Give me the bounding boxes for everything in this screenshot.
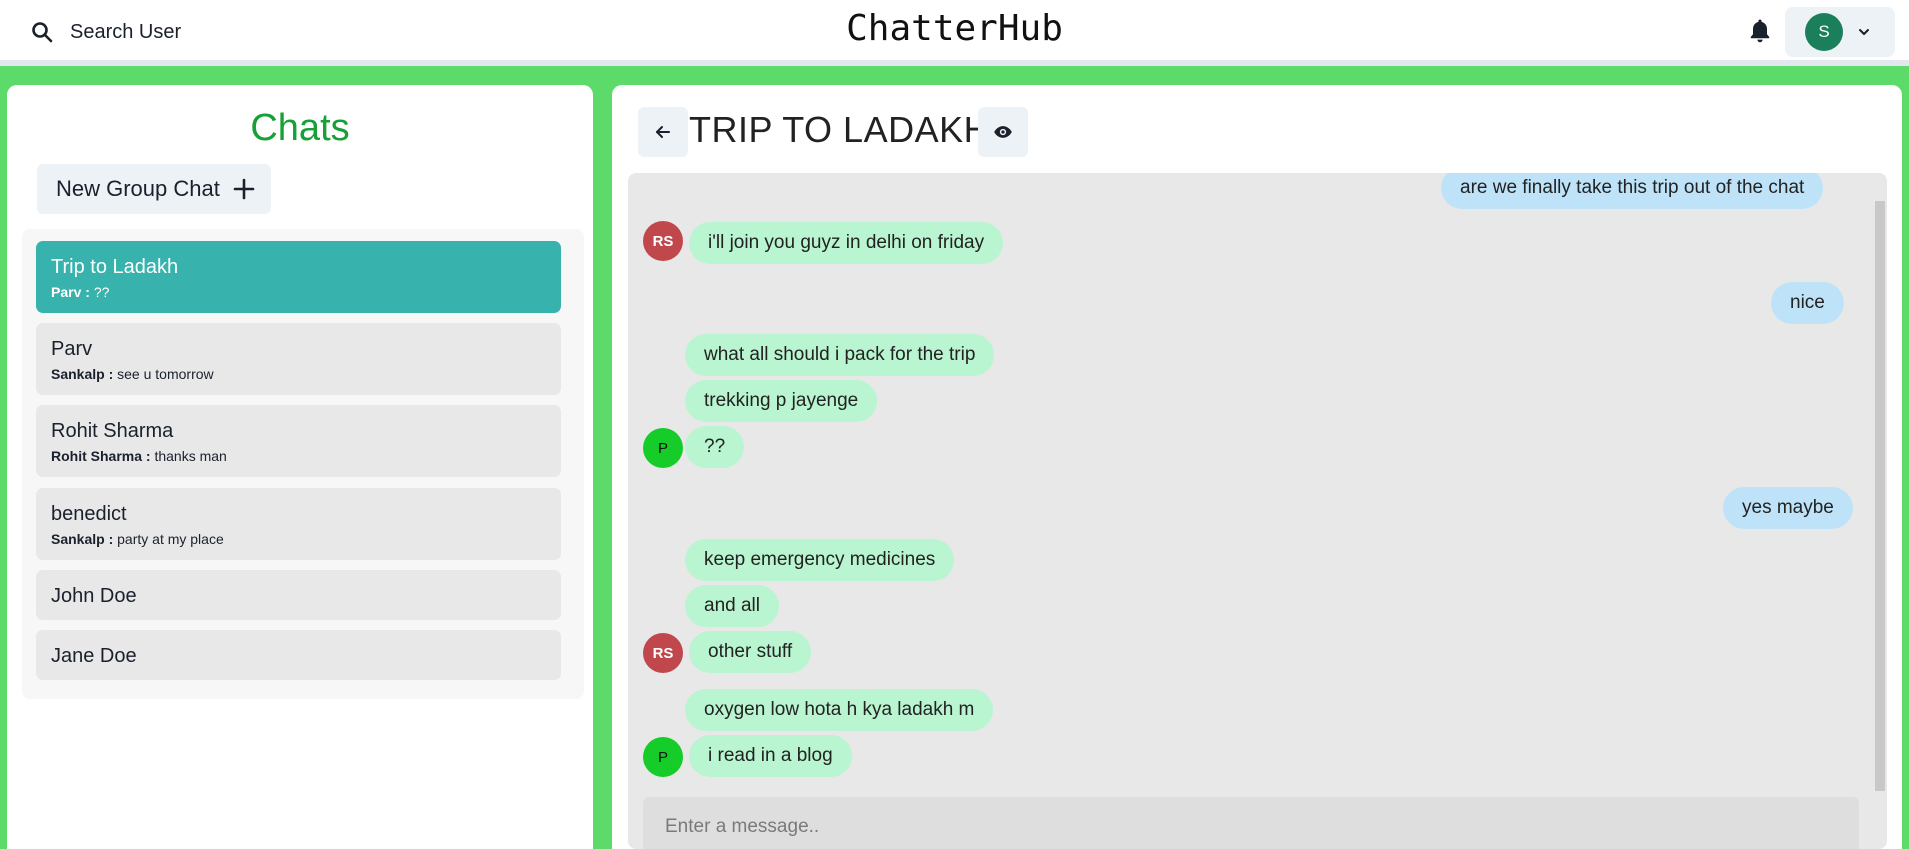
chat-name: Trip to Ladakh [51, 256, 179, 278]
chat-name: John Doe [51, 585, 137, 607]
chat-item-benedict[interactable]: benedict Sankalp : party at my place [36, 488, 561, 560]
eye-icon [994, 126, 1012, 138]
chat-item-parv[interactable]: Parv Sankalp : see u tomorrow [36, 323, 561, 395]
message-bubble-incoming: i'll join you guyz in delhi on friday [689, 222, 1004, 264]
chats-panel: Chats New Group Chat Trip to Ladakh Parv… [7, 85, 593, 849]
search-user-label: Search User [70, 20, 182, 43]
sender-avatar-p[interactable]: P [643, 428, 683, 468]
message-bubble-outgoing: are we finally take this trip out of the… [1441, 173, 1824, 209]
chat-name: Rohit Sharma [51, 420, 174, 442]
message-bubble-incoming: i read in a blog [689, 735, 852, 777]
chat-latest-text: ?? [93, 284, 110, 300]
message-bubble-incoming: and all [685, 585, 779, 627]
chat-item-trip-to-ladakh[interactable]: Trip to Ladakh Parv : ?? [36, 241, 561, 313]
sender-avatar-p[interactable]: P [643, 737, 683, 777]
search-icon [32, 22, 53, 43]
messages-scrollbar[interactable] [1875, 201, 1885, 791]
sender-avatar-rs[interactable]: RS [643, 221, 683, 261]
messages-area[interactable]: are we finally take this trip out of the… [628, 173, 1887, 849]
chat-latest-text: party at my place [117, 531, 224, 547]
message-bubble-incoming: other stuff [689, 631, 812, 673]
back-button[interactable] [638, 107, 688, 157]
message-input[interactable] [643, 797, 1859, 849]
chat-item-jane-doe[interactable]: Jane Doe [36, 630, 561, 680]
chat-list: Trip to Ladakh Parv : ?? Parv Sankalp : … [22, 229, 584, 699]
chat-latest-sender: Sankalp : [51, 531, 114, 547]
chat-latest-text: thanks man [154, 448, 227, 464]
message-bubble-incoming: oxygen low hota h kya ladakh m [685, 689, 994, 731]
user-avatar: S [1805, 13, 1843, 51]
search-user-button[interactable]: Search User [18, 10, 193, 54]
chats-title: Chats [250, 107, 350, 149]
top-bar: Search User ChatterHub S [0, 0, 1909, 66]
chat-item-john-doe[interactable]: John Doe [36, 570, 561, 620]
chevron-down-icon [1859, 29, 1869, 35]
chat-item-rohit-sharma[interactable]: Rohit Sharma Rohit Sharma : thanks man [36, 405, 561, 477]
chat-panel: TRIP TO LADAKH are we finally take this … [612, 85, 1902, 849]
chat-title: TRIP TO LADAKH [689, 109, 991, 150]
chat-latest-message: Parv : ?? [51, 284, 546, 300]
message-bubble-incoming: trekking p jayenge [685, 380, 878, 422]
notification-bell-icon[interactable] [1746, 16, 1774, 46]
profile-menu-button[interactable]: S [1785, 7, 1895, 57]
plus-icon [233, 178, 255, 200]
arrow-left-icon [656, 126, 670, 138]
chat-name: Jane Doe [51, 645, 137, 667]
chat-latest-sender: Rohit Sharma : [51, 448, 151, 464]
sender-avatar-rs[interactable]: RS [643, 633, 683, 673]
app-title: ChatterHub [846, 8, 1063, 49]
chat-name: Parv [51, 338, 93, 360]
message-bubble-incoming: what all should i pack for the trip [685, 334, 995, 376]
message-bubble-outgoing: nice [1771, 282, 1844, 324]
chat-latest-message: Sankalp : see u tomorrow [51, 366, 546, 382]
chat-latest-sender: Sankalp : [51, 366, 114, 382]
message-bubble-incoming: keep emergency medicines [685, 539, 955, 581]
new-group-chat-label: New Group Chat [56, 176, 220, 201]
message-bubble-outgoing: yes maybe [1723, 487, 1853, 529]
chat-latest-text: see u tomorrow [117, 366, 214, 382]
new-group-chat-button[interactable]: New Group Chat [37, 164, 271, 214]
chat-latest-sender: Parv : [51, 284, 90, 300]
chat-name: benedict [51, 503, 127, 525]
chat-latest-message: Sankalp : party at my place [51, 531, 546, 547]
view-details-button[interactable] [978, 107, 1028, 157]
message-bubble-incoming: ?? [685, 426, 745, 468]
chat-latest-message: Rohit Sharma : thanks man [51, 448, 546, 464]
